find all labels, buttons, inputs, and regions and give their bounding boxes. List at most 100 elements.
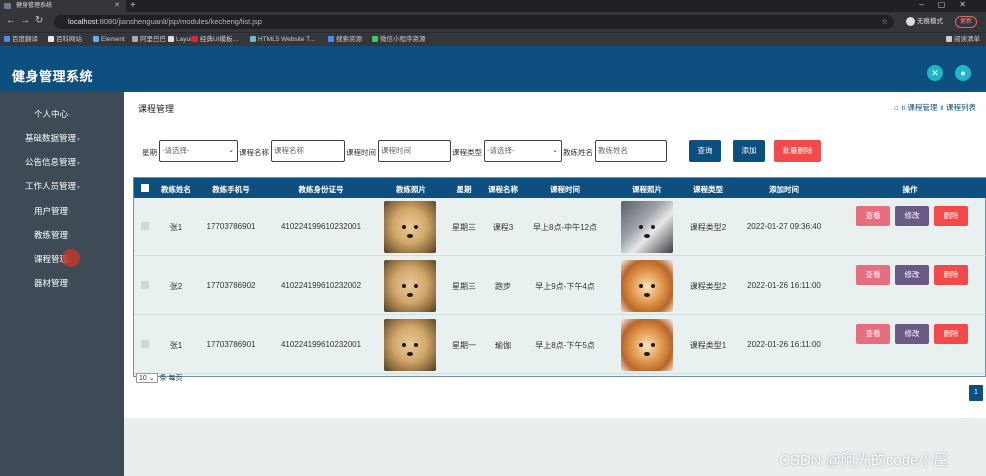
sidebar-item-equipment[interactable]: 器材管理◦: [34, 277, 71, 289]
table-header: 教练姓名 教练手机号 教练身份证号 教练照片 星期 课程名称 课程时间 课程照片…: [134, 178, 986, 198]
bookmark-item[interactable]: 微信小程序资源: [372, 35, 426, 45]
home-icon[interactable]: ⌂: [894, 103, 899, 112]
cell-course-type: 课程类型2: [689, 282, 727, 291]
edit-button[interactable]: 修改: [895, 206, 929, 226]
row-checkbox[interactable]: [141, 222, 149, 230]
url-host: localhost: [68, 17, 98, 26]
bookmark-icon: [48, 36, 54, 42]
page-number-button[interactable]: 1: [969, 385, 983, 401]
bookmark-item[interactable]: 百度翻译: [4, 35, 38, 45]
page-size-select[interactable]: 10 ⌄: [136, 373, 158, 383]
column-header: 星期: [456, 185, 472, 194]
user-icon[interactable]: ●: [955, 65, 971, 81]
chevron-down-icon: ⌄: [228, 147, 234, 154]
column-header: 课程名称: [488, 185, 518, 194]
close-tab-icon[interactable]: ✕: [114, 0, 120, 12]
sidebar-item-basic-data[interactable]: 基础数据管理▾: [25, 132, 80, 144]
app-title: 健身管理系统: [12, 69, 94, 84]
per-page-label: 条 每页: [159, 375, 183, 382]
page-size-control: 10 ⌄ 条 每页: [136, 373, 183, 383]
incognito-icon: [906, 16, 915, 26]
sidebar: 个人中心◦ 基础数据管理▾ 公告信息管理▾ 工作人员管理▾ 用户管理◦ 教练管理…: [0, 92, 124, 476]
cell-phone: 17703786901: [206, 340, 256, 349]
reading-list[interactable]: 阅读清单: [946, 35, 980, 45]
row-checkbox[interactable]: [141, 340, 149, 348]
bookmark-icon: [4, 36, 10, 42]
course-time-input[interactable]: 课程时间: [378, 140, 451, 162]
address-bar[interactable]: localhost:8080/jianshenguanli/jsp/module…: [54, 15, 894, 29]
search-form: 星期 -请选择- ⌄ 课程名称 课程名称 课程时间 课程时间 课程类型 -请选择-…: [142, 140, 832, 162]
cell-course-time: 早上8点-下午5点: [535, 341, 595, 350]
new-tab-icon[interactable]: +: [130, 0, 136, 11]
query-button[interactable]: 查询: [689, 140, 721, 162]
browser-tab[interactable]: 健身管理系统 ✕: [0, 0, 126, 12]
sidebar-item-announcements[interactable]: 公告信息管理▾: [25, 156, 80, 168]
view-button[interactable]: 查看: [856, 265, 890, 285]
bookmark-item[interactable]: 搜索资源: [328, 35, 362, 45]
sidebar-item-users[interactable]: 用户管理◦: [34, 205, 71, 217]
update-button[interactable]: 更新: [955, 16, 978, 28]
cell-course-name: 跑步: [495, 282, 511, 291]
edit-button[interactable]: 修改: [895, 265, 929, 285]
breadcrumb-item[interactable]: 课程管理: [907, 103, 937, 112]
window-controls[interactable]: –▢✕: [919, 0, 980, 9]
edit-button[interactable]: 修改: [895, 324, 929, 344]
back-icon[interactable]: ←: [6, 15, 16, 26]
delete-button[interactable]: 删除: [934, 265, 968, 285]
bookmark-star-icon[interactable]: ☆: [881, 15, 888, 29]
chevron-icon: ◦: [69, 113, 72, 119]
view-button[interactable]: 查看: [856, 324, 890, 344]
main-content: 课程管理 ⌂ ॥ 课程管理 ॥ 课程列表 星期 -请选择- ⌄ 课程名称 课程名称…: [124, 92, 986, 418]
course-table: 教练姓名 教练手机号 教练身份证号 教练照片 星期 课程名称 课程时间 课程照片…: [133, 177, 986, 377]
bookmark-item[interactable]: 百科网站: [48, 35, 82, 45]
cell-course-type: 课程类型2: [689, 223, 727, 232]
breadcrumb: ⌂ ॥ 课程管理 ॥ 课程列表: [894, 103, 976, 112]
batch-delete-button[interactable]: 批量删除: [774, 140, 821, 162]
cell-course-name: 瑜伽: [495, 341, 511, 350]
cell-id-card: 410224199610232002: [280, 281, 362, 290]
forward-icon[interactable]: →: [20, 15, 30, 26]
url-path: :8080/jianshenguanli/jsp/modules/kecheng…: [97, 17, 262, 26]
cell-added-time: 2022-01-26 16:11:00: [747, 340, 821, 349]
coach-photo: [384, 319, 436, 371]
reload-icon[interactable]: ↻: [35, 15, 43, 26]
coach-photo: [384, 260, 436, 312]
add-button[interactable]: 添加: [733, 140, 765, 162]
chevron-icon: ▾: [77, 185, 81, 191]
column-header: 操作: [902, 185, 918, 194]
fullscreen-icon[interactable]: ✕: [927, 65, 943, 81]
cell-course-type: 课程类型1: [689, 341, 727, 350]
course-time-label: 课程时间: [346, 148, 376, 157]
incognito-label: 无痕模式: [917, 18, 943, 25]
chevron-icon: ◦: [69, 210, 72, 216]
view-button[interactable]: 查看: [856, 206, 890, 226]
sidebar-item-staff[interactable]: 工作人员管理▾: [25, 180, 80, 192]
sidebar-item-coaches[interactable]: 教练管理◦: [34, 229, 71, 241]
browser-tab-strip: 健身管理系统 ✕ + –▢✕: [0, 0, 986, 12]
course-type-select[interactable]: -请选择- ⌄: [484, 140, 562, 162]
bookmark-item[interactable]: Element: [93, 35, 125, 45]
course-photo: [621, 201, 673, 253]
bookmark-icon: [93, 36, 99, 42]
sidebar-item-personal-center[interactable]: 个人中心◦: [34, 108, 71, 120]
column-header: 课程类型: [693, 185, 723, 194]
delete-button[interactable]: 删除: [934, 324, 968, 344]
column-header: 教练照片: [396, 185, 426, 194]
week-select[interactable]: -请选择- ⌄: [159, 140, 238, 162]
coach-photo: [384, 201, 436, 253]
select-all-checkbox[interactable]: [141, 184, 149, 192]
bookmark-item[interactable]: 阿里巴巴: [132, 35, 166, 45]
cell-id-card: 410224199610232001: [280, 340, 362, 349]
bookmark-item[interactable]: 经典UI模板…: [192, 35, 239, 45]
cell-week: 星期一: [452, 341, 476, 350]
incognito-indicator[interactable]: 无痕模式: [906, 16, 943, 28]
reading-list-icon: [946, 36, 952, 42]
delete-button[interactable]: 删除: [934, 206, 968, 226]
bookmark-icon: [328, 36, 334, 42]
row-checkbox[interactable]: [141, 281, 149, 289]
course-name-input[interactable]: 课程名称: [271, 140, 345, 162]
bookmark-item[interactable]: Layui: [168, 35, 192, 45]
coach-name-input[interactable]: 教练姓名: [595, 140, 667, 162]
tab-title: 健身管理系统: [16, 3, 53, 9]
bookmark-item[interactable]: HTML5 Website T...: [250, 35, 315, 45]
